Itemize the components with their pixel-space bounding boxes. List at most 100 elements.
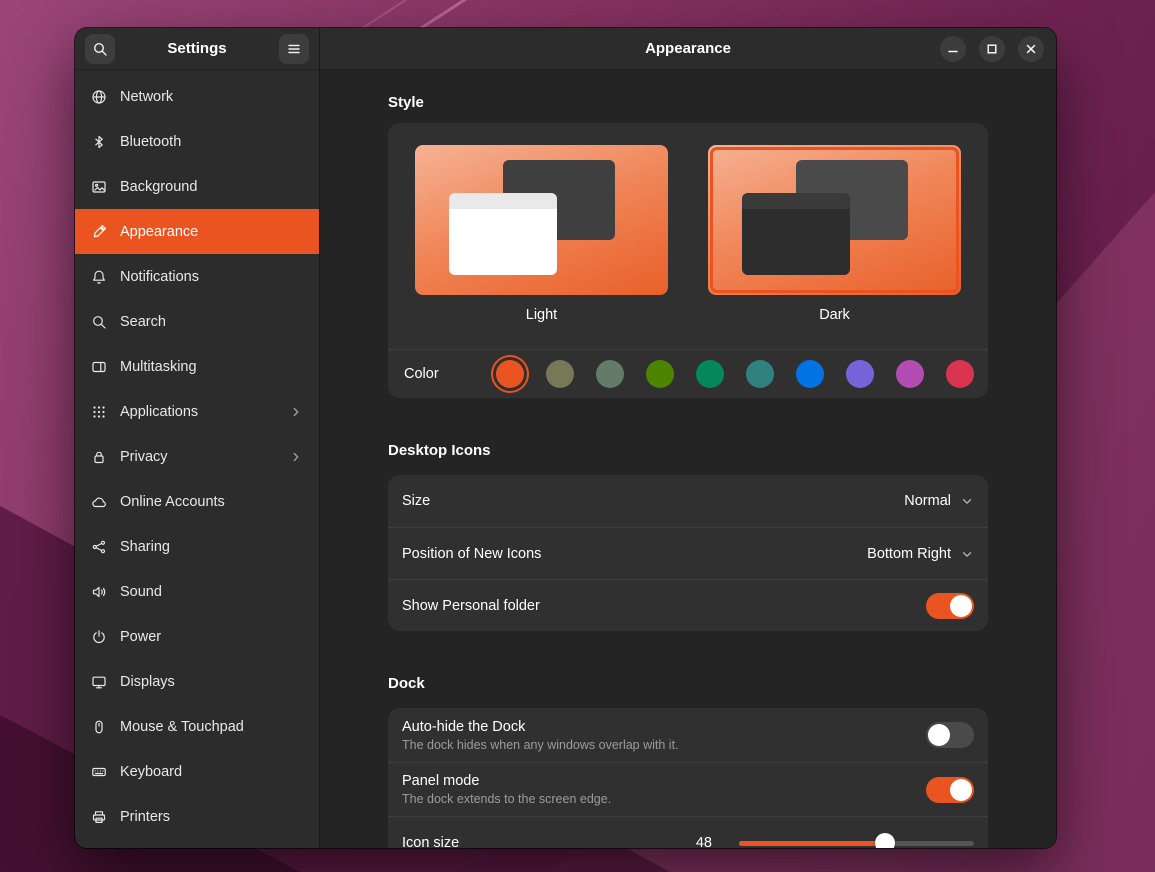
sidebar-item-search[interactable]: Search (75, 299, 319, 344)
sidebar-item-online-accounts[interactable]: Online Accounts (75, 479, 319, 524)
color-swatch-viridian[interactable] (696, 360, 724, 388)
row-subtitle: The dock hides when any windows overlap … (402, 738, 679, 752)
icon-size-row[interactable]: Icon size 48 (388, 816, 988, 848)
row-texts: Panel mode The dock extends to the scree… (402, 773, 611, 806)
scroll-content[interactable]: Style Light Dar (320, 70, 1056, 848)
sidebar-item-printers[interactable]: Printers (75, 794, 319, 839)
sidebar-item-network[interactable]: Network (75, 74, 319, 119)
color-swatch-bark[interactable] (546, 360, 574, 388)
search-icon (92, 41, 108, 57)
preview-front-window (449, 193, 557, 275)
theme-option-light[interactable]: Light (415, 145, 668, 323)
desktop-icons-card: Size Normal Position of New Icons Bottom… (388, 475, 988, 631)
sidebar-header: Settings (75, 28, 319, 70)
row-label: Size (402, 493, 430, 509)
preview-front-window (742, 193, 850, 275)
icon-size-slider[interactable] (739, 833, 974, 849)
sidebar-item-label: Power (120, 629, 161, 645)
icon-size-value-wrap: 48 (696, 833, 974, 849)
background-icon (91, 179, 107, 195)
hamburger-menu-icon (286, 41, 302, 57)
close-button[interactable] (1018, 36, 1044, 62)
settings-window: Settings Network Bluetooth Background Ap… (75, 28, 1056, 848)
theme-selector: Light Dark (388, 123, 988, 349)
chevron-right-icon (289, 405, 303, 419)
sidebar-item-label: Mouse & Touchpad (120, 719, 244, 735)
sidebar-item-bluetooth[interactable]: Bluetooth (75, 119, 319, 164)
sidebar-item-applications[interactable]: Applications (75, 389, 319, 434)
sidebar-item-label: Appearance (120, 224, 198, 240)
maximize-button[interactable] (979, 36, 1005, 62)
sidebar-item-privacy[interactable]: Privacy (75, 434, 319, 479)
sidebar-item-label: Sound (120, 584, 162, 600)
section-title-desktop-icons: Desktop Icons (388, 442, 988, 459)
color-swatch-prussian-green[interactable] (746, 360, 774, 388)
speaker-icon (91, 584, 107, 600)
sidebar-item-label: Online Accounts (120, 494, 225, 510)
bluetooth-icon (91, 134, 107, 150)
sidebar-item-appearance[interactable]: Appearance (75, 209, 319, 254)
sidebar-item-label: Keyboard (120, 764, 182, 780)
row-label: Show Personal folder (402, 598, 540, 614)
row-subtitle: The dock extends to the screen edge. (402, 792, 611, 806)
sidebar-item-label: Notifications (120, 269, 199, 285)
accent-color-row: Color (388, 349, 988, 398)
maximize-icon (984, 41, 1000, 57)
sidebar-item-mouse-touchpad[interactable]: Mouse & Touchpad (75, 704, 319, 749)
bell-icon (91, 269, 107, 285)
theme-option-dark[interactable]: Dark (708, 145, 961, 323)
color-swatch-orange[interactable] (496, 360, 524, 388)
color-swatch-blue[interactable] (796, 360, 824, 388)
color-swatch-magenta[interactable] (896, 360, 924, 388)
sidebar: Settings Network Bluetooth Background Ap… (75, 28, 320, 848)
search-button[interactable] (85, 34, 115, 64)
appearance-icon (91, 224, 107, 240)
preview-back-window (796, 160, 908, 240)
panel-mode-toggle[interactable] (926, 777, 974, 803)
minimize-button[interactable] (940, 36, 966, 62)
position-of-new-icons-row[interactable]: Position of New Icons Bottom Right (388, 527, 988, 579)
auto-hide-dock-row[interactable]: Auto-hide the Dock The dock hides when a… (388, 708, 988, 762)
style-card: Light Dark Color (388, 123, 988, 398)
multitasking-icon (91, 359, 107, 375)
sidebar-item-label: Background (120, 179, 197, 195)
panel-mode-row[interactable]: Panel mode The dock extends to the scree… (388, 762, 988, 816)
size-dropdown[interactable]: Normal (904, 493, 974, 509)
sidebar-item-background[interactable]: Background (75, 164, 319, 209)
close-icon (1023, 41, 1039, 57)
main-menu-button[interactable] (279, 34, 309, 64)
slider-knob[interactable] (875, 833, 895, 849)
show-personal-folder-toggle[interactable] (926, 593, 974, 619)
position-dropdown[interactable]: Bottom Right (867, 546, 974, 562)
color-swatch-red[interactable] (946, 360, 974, 388)
network-icon (91, 89, 107, 105)
search-icon (91, 314, 107, 330)
sidebar-item-keyboard[interactable]: Keyboard (75, 749, 319, 794)
color-swatch-sage[interactable] (596, 360, 624, 388)
color-swatch-olive[interactable] (646, 360, 674, 388)
mouse-icon (91, 719, 107, 735)
dropdown-value: Bottom Right (867, 546, 951, 562)
dropdown-value: Normal (904, 493, 951, 509)
theme-light-preview (415, 145, 668, 295)
sidebar-item-sharing[interactable]: Sharing (75, 524, 319, 569)
show-personal-folder-row[interactable]: Show Personal folder (388, 579, 988, 631)
sidebar-item-displays[interactable]: Displays (75, 659, 319, 704)
row-label: Panel mode (402, 773, 611, 789)
sidebar-item-multitasking[interactable]: Multitasking (75, 344, 319, 389)
color-label: Color (402, 366, 439, 382)
row-label: Position of New Icons (402, 546, 541, 562)
sidebar-item-notifications[interactable]: Notifications (75, 254, 319, 299)
row-texts: Auto-hide the Dock The dock hides when a… (402, 719, 679, 752)
auto-hide-dock-toggle[interactable] (926, 722, 974, 748)
row-label: Auto-hide the Dock (402, 719, 679, 735)
theme-dark-preview (708, 145, 961, 295)
apps-grid-icon (91, 404, 107, 420)
sidebar-item-sound[interactable]: Sound (75, 569, 319, 614)
theme-label: Dark (708, 307, 961, 323)
size-row[interactable]: Size Normal (388, 475, 988, 527)
share-icon (91, 539, 107, 555)
color-swatch-purple[interactable] (846, 360, 874, 388)
sidebar-item-label: Printers (120, 809, 170, 825)
sidebar-item-power[interactable]: Power (75, 614, 319, 659)
